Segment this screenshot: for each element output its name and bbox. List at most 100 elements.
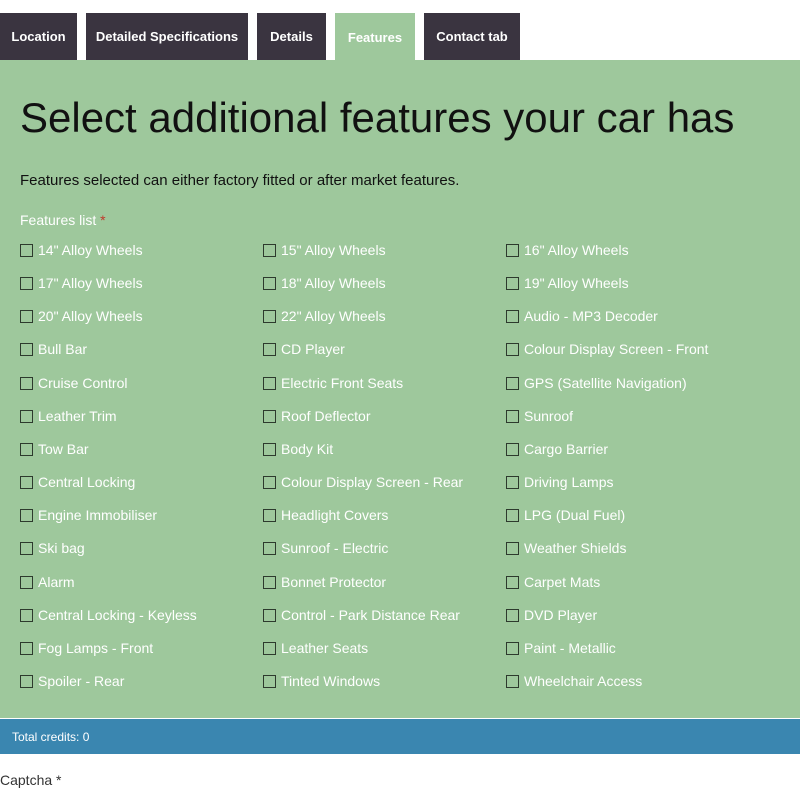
feature-option[interactable]: Fog Lamps - Front	[20, 638, 153, 658]
feature-option[interactable]: Sunroof - Electric	[263, 538, 388, 558]
feature-checkbox[interactable]	[506, 475, 519, 489]
feature-checkbox[interactable]	[263, 376, 276, 390]
feature-option[interactable]: Weather Shields	[506, 538, 626, 558]
credits-bar: Total credits: 0	[0, 719, 800, 754]
feature-checkbox[interactable]	[263, 276, 276, 290]
feature-option[interactable]: Cruise Control	[20, 373, 127, 393]
feature-checkbox[interactable]	[263, 342, 276, 356]
feature-option[interactable]: Central Locking	[20, 472, 135, 492]
tab-label: Details	[270, 29, 313, 44]
feature-checkbox[interactable]	[20, 442, 33, 456]
feature-checkbox[interactable]	[20, 674, 33, 688]
feature-checkbox[interactable]	[20, 342, 33, 356]
feature-checkbox[interactable]	[506, 575, 519, 589]
feature-checkbox[interactable]	[506, 508, 519, 522]
feature-option[interactable]: 15" Alloy Wheels	[263, 240, 386, 260]
feature-checkbox[interactable]	[20, 475, 33, 489]
feature-checkbox[interactable]	[506, 641, 519, 655]
feature-option[interactable]: 14" Alloy Wheels	[20, 240, 143, 260]
feature-checkbox[interactable]	[506, 342, 519, 356]
feature-checkbox[interactable]	[263, 243, 276, 257]
feature-option[interactable]: 16" Alloy Wheels	[506, 240, 629, 260]
feature-checkbox[interactable]	[263, 475, 276, 489]
feature-option[interactable]: 19" Alloy Wheels	[506, 273, 629, 293]
feature-checkbox[interactable]	[506, 309, 519, 323]
feature-option[interactable]: Central Locking - Keyless	[20, 605, 197, 625]
feature-checkbox[interactable]	[263, 541, 276, 555]
tab-details[interactable]: Details	[257, 13, 326, 60]
feature-checkbox[interactable]	[263, 442, 276, 456]
feature-checkbox[interactable]	[20, 409, 33, 423]
feature-option[interactable]: 17" Alloy Wheels	[20, 273, 143, 293]
feature-checkbox[interactable]	[20, 541, 33, 555]
feature-checkbox[interactable]	[506, 674, 519, 688]
feature-option[interactable]: Alarm	[20, 572, 75, 592]
feature-checkbox[interactable]	[20, 575, 33, 589]
feature-option[interactable]: DVD Player	[506, 605, 597, 625]
feature-checkbox[interactable]	[506, 243, 519, 257]
feature-checkbox[interactable]	[20, 309, 33, 323]
feature-checkbox[interactable]	[263, 674, 276, 688]
feature-checkbox[interactable]	[506, 376, 519, 390]
feature-option[interactable]: Leather Seats	[263, 638, 368, 658]
feature-option[interactable]: 22" Alloy Wheels	[263, 306, 386, 326]
feature-checkbox[interactable]	[263, 575, 276, 589]
feature-label: Leather Trim	[38, 408, 117, 424]
feature-option[interactable]: 18" Alloy Wheels	[263, 273, 386, 293]
feature-checkbox[interactable]	[20, 508, 33, 522]
feature-checkbox[interactable]	[263, 309, 276, 323]
feature-option[interactable]: Audio - MP3 Decoder	[506, 306, 658, 326]
tab-contact[interactable]: Contact tab	[424, 13, 520, 60]
feature-option[interactable]: Spoiler - Rear	[20, 671, 124, 691]
feature-checkbox[interactable]	[506, 608, 519, 622]
feature-checkbox[interactable]	[20, 641, 33, 655]
feature-checkbox[interactable]	[506, 409, 519, 423]
feature-option[interactable]: Leather Trim	[20, 406, 117, 426]
feature-label: 22" Alloy Wheels	[281, 308, 386, 324]
feature-option[interactable]: Paint - Metallic	[506, 638, 616, 658]
tab-features[interactable]: Features	[335, 13, 415, 61]
feature-option[interactable]: Wheelchair Access	[506, 671, 642, 691]
feature-option[interactable]: Tinted Windows	[263, 671, 380, 691]
feature-option[interactable]: Bonnet Protector	[263, 572, 386, 592]
feature-option[interactable]: Sunroof	[506, 406, 573, 426]
feature-option[interactable]: Engine Immobiliser	[20, 505, 157, 525]
feature-label: LPG (Dual Fuel)	[524, 507, 626, 523]
feature-checkbox[interactable]	[263, 641, 276, 655]
feature-checkbox[interactable]	[263, 608, 276, 622]
feature-label: Sunroof - Electric	[281, 540, 389, 556]
tab-detailed-specifications[interactable]: Detailed Specifications	[86, 13, 248, 60]
feature-option[interactable]: GPS (Satellite Navigation)	[506, 373, 687, 393]
feature-option[interactable]: Colour Display Screen - Rear	[263, 472, 463, 492]
feature-option[interactable]: Colour Display Screen - Front	[506, 339, 708, 359]
feature-option[interactable]: Bull Bar	[20, 339, 87, 359]
feature-checkbox[interactable]	[506, 442, 519, 456]
feature-label: Audio - MP3 Decoder	[524, 308, 658, 324]
feature-option[interactable]: Roof Deflector	[263, 406, 370, 426]
feature-option[interactable]: Body Kit	[263, 439, 333, 459]
feature-checkbox[interactable]	[20, 376, 33, 390]
feature-label: Bonnet Protector	[281, 574, 387, 590]
feature-option[interactable]: Electric Front Seats	[263, 373, 403, 393]
feature-option[interactable]: Headlight Covers	[263, 505, 388, 525]
feature-option[interactable]: Ski bag	[20, 538, 85, 558]
feature-option[interactable]: Carpet Mats	[506, 572, 600, 592]
feature-checkbox[interactable]	[20, 276, 33, 290]
feature-checkbox[interactable]	[263, 508, 276, 522]
feature-option[interactable]: Tow Bar	[20, 439, 89, 459]
feature-option[interactable]: LPG (Dual Fuel)	[506, 505, 625, 525]
tab-location[interactable]: Location	[0, 13, 77, 60]
feature-checkbox[interactable]	[506, 276, 519, 290]
tab-bar: Location Detailed Specifications Details…	[0, 0, 800, 61]
feature-option[interactable]: 20" Alloy Wheels	[20, 306, 143, 326]
feature-checkbox[interactable]	[506, 541, 519, 555]
feature-option[interactable]: CD Player	[263, 339, 345, 359]
feature-checkbox[interactable]	[263, 409, 276, 423]
feature-option[interactable]: Driving Lamps	[506, 472, 613, 492]
feature-label: CD Player	[281, 341, 345, 357]
feature-option[interactable]: Control - Park Distance Rear	[263, 605, 460, 625]
feature-checkbox[interactable]	[20, 608, 33, 622]
feature-checkbox[interactable]	[20, 243, 33, 257]
tab-label: Contact tab	[436, 29, 508, 44]
feature-option[interactable]: Cargo Barrier	[506, 439, 608, 459]
